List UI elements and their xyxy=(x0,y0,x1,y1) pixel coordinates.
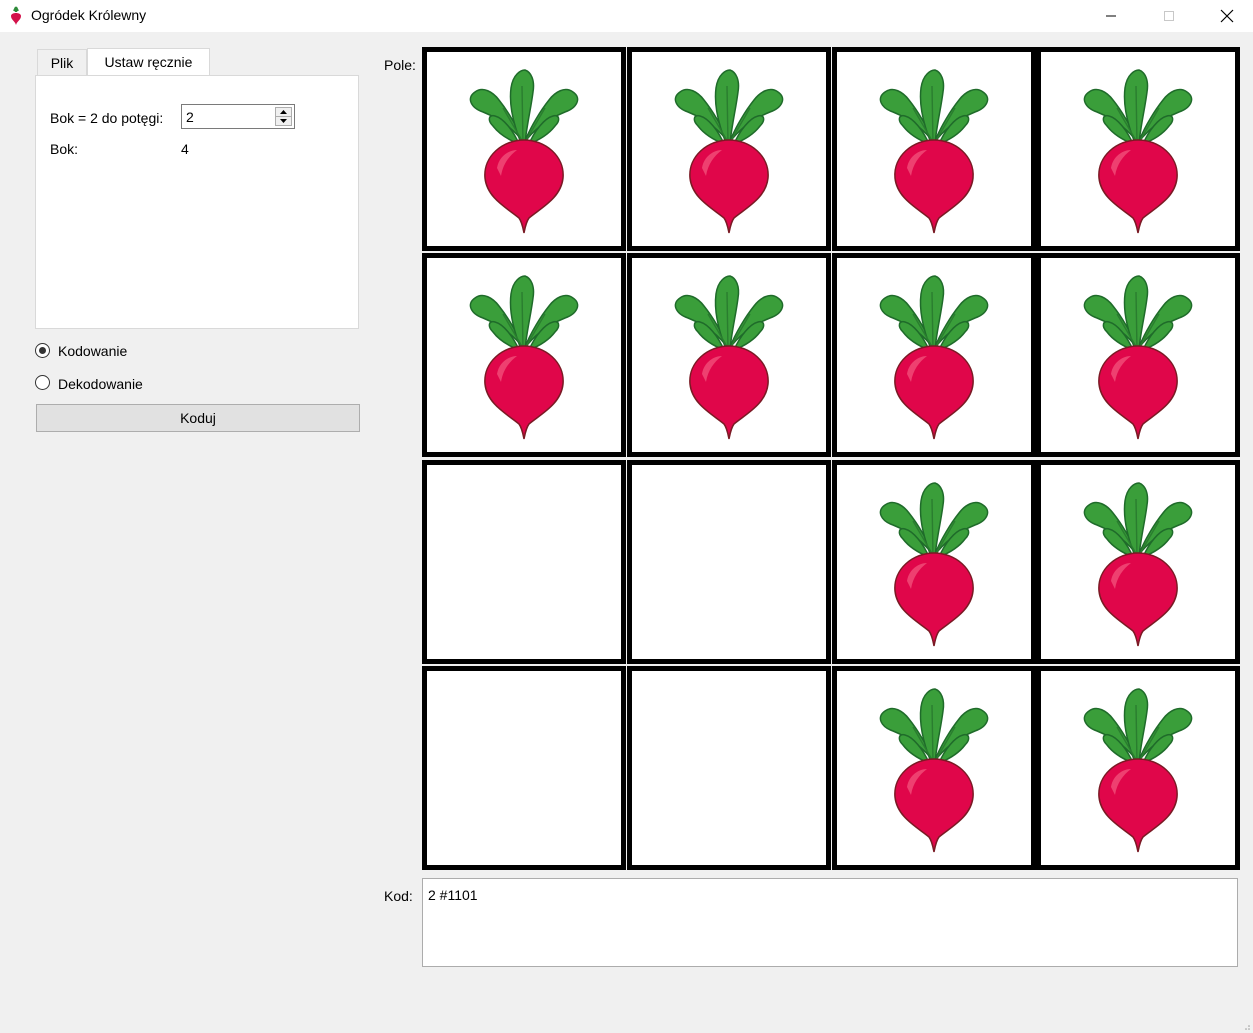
field-cell[interactable] xyxy=(1036,666,1240,870)
field-cell[interactable] xyxy=(1036,253,1240,457)
tab-label: Ustaw ręcznie xyxy=(104,54,193,70)
radish-icon xyxy=(674,69,784,234)
field-cell[interactable] xyxy=(627,666,831,870)
radio-dekodowanie[interactable] xyxy=(35,375,50,390)
arrow-down-icon xyxy=(280,119,287,123)
side-power-label: Bok = 2 do potęgi: xyxy=(50,110,164,126)
code-label: Kod: xyxy=(384,888,413,904)
radish-icon xyxy=(674,275,784,440)
field-cell[interactable] xyxy=(627,47,831,251)
maximize-icon xyxy=(1164,11,1174,21)
radish-icon xyxy=(1083,275,1193,440)
field-cell[interactable] xyxy=(832,47,1036,251)
radish-icon xyxy=(879,688,989,853)
minimize-button[interactable] xyxy=(1088,0,1134,32)
radish-icon xyxy=(1083,688,1193,853)
field-cell[interactable] xyxy=(832,460,1036,664)
radish-icon xyxy=(469,275,579,440)
resize-grip-icon[interactable] xyxy=(1241,1021,1251,1031)
code-textarea[interactable]: 2 #1101 xyxy=(422,878,1238,967)
radish-icon xyxy=(1083,69,1193,234)
side-power-spinbox[interactable]: 2 xyxy=(181,104,295,129)
field-grid xyxy=(422,47,1249,870)
field-cell[interactable] xyxy=(1036,47,1240,251)
spin-down-button[interactable] xyxy=(276,117,291,125)
field-cell[interactable] xyxy=(832,666,1036,870)
field-cell[interactable] xyxy=(422,253,626,457)
window-title: Ogródek Królewny xyxy=(31,7,147,23)
spin-buttons xyxy=(275,107,292,126)
field-cell[interactable] xyxy=(1036,460,1240,664)
code-value[interactable]: 2 #1101 xyxy=(428,887,478,903)
field-cell[interactable] xyxy=(627,460,831,664)
koduj-button-label: Koduj xyxy=(180,410,216,426)
side-value: 4 xyxy=(181,141,189,157)
tab-label: Plik xyxy=(50,54,74,71)
side-label: Bok: xyxy=(50,141,79,157)
koduj-button[interactable]: Koduj xyxy=(36,404,360,432)
maximize-button[interactable] xyxy=(1146,0,1192,32)
close-button[interactable] xyxy=(1204,0,1250,32)
side-power-value[interactable]: 2 xyxy=(186,109,194,125)
radish-icon xyxy=(879,275,989,440)
title-bar: Ogródek Królewny xyxy=(0,0,1253,32)
radio-selected-dot xyxy=(39,347,46,354)
close-icon xyxy=(1220,9,1234,23)
field-cell[interactable] xyxy=(422,47,626,251)
tab-plik[interactable]: Plik xyxy=(37,49,87,75)
radio-kodowanie[interactable] xyxy=(35,343,50,358)
field-cell[interactable] xyxy=(422,666,626,870)
field-cell[interactable] xyxy=(832,253,1036,457)
radio-dekodowanie-label[interactable]: Dekodowanie xyxy=(58,376,143,392)
field-cell[interactable] xyxy=(627,253,831,457)
spin-up-button[interactable] xyxy=(276,108,291,117)
field-label: Pole: xyxy=(384,57,416,73)
radish-icon xyxy=(879,69,989,234)
radish-icon xyxy=(879,482,989,647)
tab-ustaw-recznie[interactable]: Ustaw ręcznie xyxy=(87,48,210,75)
radish-icon xyxy=(1083,482,1193,647)
radish-icon xyxy=(469,69,579,234)
minimize-icon xyxy=(1106,15,1116,17)
radio-kodowanie-label[interactable]: Kodowanie xyxy=(58,343,127,359)
field-cell[interactable] xyxy=(422,460,626,664)
arrow-up-icon xyxy=(280,110,287,114)
radish-icon xyxy=(11,6,21,25)
